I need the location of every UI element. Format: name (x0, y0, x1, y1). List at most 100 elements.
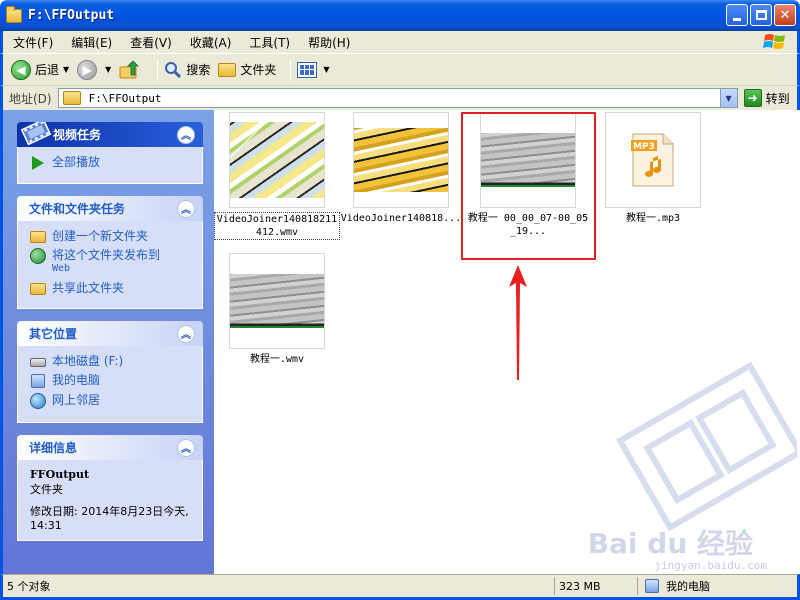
go-arrow-icon: ➜ (743, 89, 762, 107)
network-label: 网上邻居 (52, 393, 101, 407)
address-input[interactable]: F:\FFOutput ▼ (57, 88, 738, 108)
status-size: 323 MB (555, 577, 638, 595)
film-strip-icon (21, 122, 51, 146)
go-label: 转到 (765, 91, 790, 106)
file-name: 教程一.wmv (249, 354, 305, 365)
views-button[interactable]: ▼ (297, 61, 330, 78)
play-all-label: 全部播放 (52, 155, 101, 169)
other-places-header[interactable]: 其它位置 ︽ (17, 321, 203, 346)
status-object-count: 5 个对象 (3, 577, 555, 595)
minimize-icon (733, 17, 741, 21)
menu-bar: 文件(F) 编辑(E) 查看(V) 收藏(A) 工具(T) 帮助(H) (0, 31, 800, 53)
address-label: 地址(D) (9, 91, 52, 106)
video-thumbnail-image (230, 274, 324, 328)
video-tasks-header[interactable]: 视频任务 ︽ (17, 122, 203, 147)
play-icon (32, 156, 44, 170)
computer-icon (645, 579, 659, 593)
address-dropdown-icon[interactable]: ▼ (719, 89, 737, 107)
network-link[interactable]: 网上邻居 (30, 393, 194, 409)
video-thumbnail-image (230, 122, 324, 198)
local-disk-link[interactable]: 本地磁盘 (F:) (30, 354, 194, 368)
other-places-panel: 其它位置 ︽ 本地磁盘 (F:) 我的电脑 网上邻居 (17, 321, 203, 423)
back-button[interactable]: ◀ 后退 ▼ (11, 59, 69, 80)
menu-file[interactable]: 文件(F) (13, 34, 53, 51)
file-item[interactable]: MP3 教程一.mp3 (590, 112, 716, 225)
toolbar: ◀ 后退 ▼ ▶ ▼ 搜索 文件夹 ▼ (0, 53, 800, 85)
maximize-button[interactable] (750, 4, 772, 26)
mp3-badge: MP3 (633, 142, 655, 152)
folders-button[interactable]: 文件夹 (218, 61, 276, 78)
file-thumbnail (353, 112, 449, 208)
forward-button[interactable]: ▶ ▼ (77, 59, 111, 80)
video-tasks-panel: 视频任务 ︽ 全部播放 (17, 122, 203, 184)
file-thumbnail (229, 112, 325, 208)
status-location: 我的电脑 (638, 577, 710, 595)
folder-icon (62, 91, 81, 105)
share-folder-label: 共享此文件夹 (52, 281, 125, 295)
search-button[interactable]: 搜索 (164, 61, 210, 79)
back-label: 后退 (35, 63, 60, 77)
menu-tools[interactable]: 工具(T) (249, 34, 290, 51)
file-name: 教程一.mp3 (625, 213, 681, 224)
menu-favorites[interactable]: 收藏(A) (190, 34, 232, 51)
collapse-chevron-icon[interactable]: ︽ (177, 438, 195, 457)
other-places-body: 本地磁盘 (F:) 我的电脑 网上邻居 (17, 346, 203, 423)
menu-view[interactable]: 查看(V) (130, 34, 172, 51)
views-dropdown-icon[interactable]: ▼ (323, 65, 329, 74)
other-places-title: 其它位置 (29, 327, 78, 341)
local-disk-label: 本地磁盘 (F:) (52, 354, 124, 368)
network-icon (30, 393, 46, 409)
search-label: 搜索 (186, 63, 211, 77)
menu-edit[interactable]: 编辑(E) (71, 34, 112, 51)
red-arrow-annotation-icon (509, 265, 527, 380)
title-bar[interactable]: F:\FFOutput ✕ (0, 0, 800, 31)
back-dropdown-icon[interactable]: ▼ (63, 65, 69, 74)
file-thumbnail (229, 253, 325, 349)
highlight-box (461, 112, 596, 260)
window-controls: ✕ (726, 4, 796, 26)
collapse-chevron-icon[interactable]: ︽ (177, 199, 195, 218)
baidu-watermark-url: jingyan.baidu.com (654, 559, 767, 572)
file-tasks-title: 文件和文件夹任务 (29, 202, 126, 216)
menu-help[interactable]: 帮助(H) (308, 34, 350, 51)
publish-web-icon (30, 248, 46, 264)
details-title: 详细信息 (29, 441, 78, 455)
publish-web-link[interactable]: 将这个文件夹发布到 Web (30, 248, 194, 276)
details-header[interactable]: 详细信息 ︽ (17, 435, 203, 460)
details-panel: 详细信息 ︽ FFOutput 文件夹 修改日期: 2014年8月23日今天, … (17, 435, 203, 541)
window-title: F:\FFOutput (28, 8, 115, 23)
collapse-chevron-icon[interactable]: ︽ (177, 125, 195, 144)
toolbar-separator (290, 58, 292, 81)
new-folder-link[interactable]: 创建一个新文件夹 (30, 229, 194, 243)
forward-arrow-icon: ▶ (77, 59, 98, 80)
share-folder-link[interactable]: 共享此文件夹 (30, 281, 194, 295)
my-computer-label: 我的电脑 (52, 373, 101, 387)
file-thumbnail: MP3 (605, 112, 701, 208)
play-all-link[interactable]: 全部播放 (30, 155, 194, 170)
close-button[interactable]: ✕ (774, 4, 796, 26)
video-tasks-title: 视频任务 (53, 128, 102, 142)
my-computer-link[interactable]: 我的电脑 (30, 373, 194, 388)
folders-label: 文件夹 (240, 63, 277, 77)
file-tasks-header[interactable]: 文件和文件夹任务 ︽ (17, 196, 203, 221)
go-button[interactable]: ➜ 转到 (743, 89, 790, 107)
status-bar: 5 个对象 323 MB 我的电脑 (0, 574, 800, 600)
file-item[interactable]: VideoJoiner140818... (338, 112, 464, 225)
new-folder-label: 创建一个新文件夹 (52, 229, 149, 243)
file-list[interactable]: Bai du 经验 jingyan.baidu.com VideoJoiner1… (214, 110, 797, 574)
minimize-button[interactable] (726, 4, 748, 26)
publish-web-text: Web (52, 263, 71, 274)
video-thumbnail-image (354, 128, 448, 192)
back-arrow-icon: ◀ (11, 59, 31, 80)
address-value: F:\FFOutput (88, 91, 162, 105)
up-button[interactable] (119, 60, 143, 79)
publish-text: 将这个文件夹发布到 (52, 248, 161, 262)
file-name: VideoJoiner140818... (340, 213, 462, 224)
new-folder-icon (30, 231, 46, 243)
file-item[interactable]: 教程一.wmv (214, 253, 340, 366)
baidu-watermark: Bai du 经验 (587, 527, 753, 560)
file-item[interactable]: VideoJoiner140818211412.wmv (214, 112, 340, 240)
forward-dropdown-icon[interactable]: ▼ (105, 65, 111, 74)
collapse-chevron-icon[interactable]: ︽ (177, 324, 195, 343)
file-tasks-body: 创建一个新文件夹 将这个文件夹发布到 Web 共享此文件夹 (17, 221, 203, 309)
